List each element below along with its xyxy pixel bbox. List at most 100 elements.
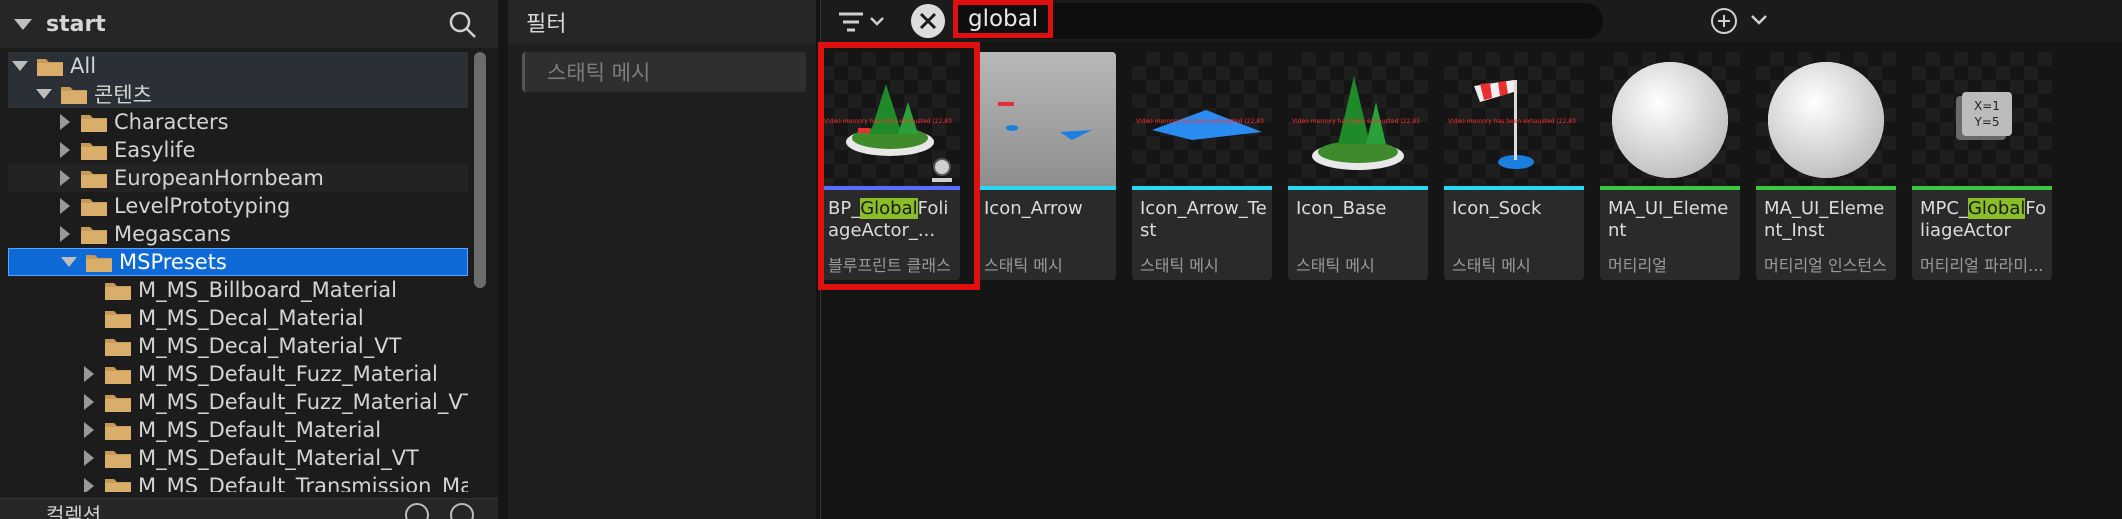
folder-icon bbox=[105, 422, 131, 440]
asset-type-strip bbox=[1288, 186, 1428, 190]
asset-thumbnail: X=1 Y=5 bbox=[1912, 52, 2052, 186]
tree-item-label: Easylife bbox=[114, 138, 196, 162]
arrow-thumbnail bbox=[998, 102, 1092, 140]
filter-chip-static-mesh[interactable]: 스태틱 메시 bbox=[522, 52, 806, 92]
folder-icon bbox=[81, 226, 107, 244]
tree-item[interactable]: M_MS_Default_Fuzz_Material_VT bbox=[8, 388, 468, 416]
collapse-arrow-icon[interactable] bbox=[14, 18, 32, 30]
collapsed-arrow-icon[interactable] bbox=[60, 198, 70, 214]
tree-scrollbar[interactable] bbox=[474, 52, 486, 288]
tree-item-label: All bbox=[70, 54, 97, 78]
tree-item-label: M_MS_Default_Transmission_Mat bbox=[138, 474, 468, 492]
asset-type-strip bbox=[976, 186, 1116, 190]
asset-type: 머티리얼 파라미... bbox=[1920, 256, 2044, 275]
tree-item[interactable]: M_MS_Default_Material_VT bbox=[8, 444, 468, 472]
tree-item-label: MSPresets bbox=[119, 250, 227, 274]
collapsed-arrow-icon[interactable] bbox=[84, 422, 94, 438]
add-collection-icon[interactable] bbox=[405, 503, 429, 519]
tree-item[interactable]: Characters bbox=[8, 108, 468, 136]
search-toolbar: global bbox=[821, 0, 2122, 42]
asset-name: MPC_GlobalFoliageActor bbox=[1920, 198, 2048, 242]
tree-item[interactable]: M_MS_Default_Transmission_Mat bbox=[8, 472, 468, 492]
tree-item-label: M_MS_Default_Fuzz_Material_VT bbox=[138, 390, 468, 414]
tree-item[interactable]: M_MS_Billboard_Material bbox=[8, 276, 468, 304]
collapsed-arrow-icon[interactable] bbox=[60, 226, 70, 242]
asset-name-prefix: MA_UI_Element_Inst bbox=[1764, 198, 1885, 241]
annotation-highlight-box bbox=[818, 42, 980, 290]
collapsed-arrow-icon[interactable] bbox=[60, 142, 70, 158]
asset-name-prefix: MA_UI_Element bbox=[1608, 198, 1729, 241]
tree-item[interactable]: LevelPrototyping bbox=[8, 192, 468, 220]
asset-card[interactable]: Icon_Arrow 스태틱 메시 bbox=[976, 52, 1116, 280]
folder-icon bbox=[81, 142, 107, 160]
filter-header: 필터 bbox=[508, 0, 816, 44]
expanded-arrow-icon[interactable] bbox=[36, 89, 52, 99]
search-icon[interactable] bbox=[448, 10, 478, 40]
tree-header[interactable]: start bbox=[0, 0, 498, 48]
asset-type: 스태틱 메시 bbox=[1452, 256, 1531, 275]
asset-card[interactable]: Video memory has been exhausted (22.83 Ic… bbox=[1444, 52, 1584, 280]
sphere-thumbnail bbox=[1768, 62, 1884, 178]
tree-item[interactable]: EuropeanHornbeam bbox=[8, 164, 468, 192]
asset-card[interactable]: Video memory has been exhausted (22.83 Ic… bbox=[1132, 52, 1272, 280]
expanded-arrow-icon[interactable] bbox=[12, 61, 28, 71]
video-memory-warning: Video memory has been exhausted (22.83 bbox=[1448, 118, 1576, 125]
clear-search-icon[interactable] bbox=[911, 4, 945, 38]
folder-icon bbox=[105, 366, 131, 384]
tree-item[interactable]: M_MS_Decal_Material_VT bbox=[8, 332, 468, 360]
tree-item[interactable]: Easylife bbox=[8, 136, 468, 164]
asset-type-strip bbox=[1444, 186, 1584, 190]
folder-tree-panel: start All 콘텐츠 Characters Easylife EuropeanHo… bbox=[0, 0, 498, 519]
asset-name: Icon_Arrow bbox=[984, 198, 1112, 220]
asset-card[interactable]: Video memory has been exhausted (22.83 Ic… bbox=[1288, 52, 1428, 280]
search-query[interactable]: global bbox=[953, 0, 1054, 38]
collapsed-arrow-icon[interactable] bbox=[84, 478, 94, 492]
tree-item[interactable]: MSPresets bbox=[8, 248, 468, 276]
asset-name-prefix: Icon_Sock bbox=[1452, 198, 1542, 219]
folder-icon bbox=[105, 394, 131, 412]
tree-item-label: EuropeanHornbeam bbox=[114, 166, 324, 190]
mpc-line2: Y=5 bbox=[1973, 115, 1999, 129]
collapsed-arrow-icon[interactable] bbox=[84, 394, 94, 410]
asset-card[interactable]: MA_UI_Element_Inst 머티리얼 인스턴스 bbox=[1756, 52, 1896, 280]
folder-icon bbox=[81, 114, 107, 132]
collapsed-arrow-icon[interactable] bbox=[84, 366, 94, 382]
expanded-arrow-icon[interactable] bbox=[61, 257, 77, 267]
search-collections-icon[interactable] bbox=[450, 503, 474, 519]
asset-name-prefix: Icon_Base bbox=[1296, 198, 1387, 219]
tree-item[interactable]: M_MS_Default_Material bbox=[8, 416, 468, 444]
asset-type: 스태틱 메시 bbox=[1296, 256, 1375, 275]
folder-icon bbox=[105, 478, 131, 492]
chevron-down-icon[interactable] bbox=[1749, 10, 1769, 30]
asset-thumbnail: Video memory has been exhausted (22.83 bbox=[1444, 52, 1584, 186]
collections-section[interactable]: 컬렉션 bbox=[0, 498, 498, 519]
filter-dropdown-icon[interactable] bbox=[835, 8, 895, 36]
asset-type-strip bbox=[1756, 186, 1896, 190]
tree-item-label: 콘텐츠 bbox=[94, 83, 152, 107]
folder-tree: All 콘텐츠 Characters Easylife EuropeanHornbeam… bbox=[8, 52, 468, 492]
tree-item[interactable]: M_MS_Default_Fuzz_Material bbox=[8, 360, 468, 388]
mpc-line1: X=1 bbox=[1974, 99, 2000, 113]
asset-name: Icon_Sock bbox=[1452, 198, 1580, 220]
asset-type-strip bbox=[1132, 186, 1272, 190]
asset-name-prefix: Icon_Arrow bbox=[984, 198, 1083, 219]
folder-icon bbox=[61, 86, 87, 104]
tree-item[interactable]: 콘텐츠 bbox=[8, 80, 468, 108]
tree-item-label: M_MS_Default_Material_VT bbox=[138, 446, 419, 470]
asset-type-strip bbox=[1912, 186, 2052, 190]
parameter-collection-icon: X=1Y=5 bbox=[1956, 92, 2012, 140]
folder-icon bbox=[81, 198, 107, 216]
asset-card[interactable]: MA_UI_Element 머티리얼 bbox=[1600, 52, 1740, 280]
folder-icon bbox=[86, 254, 112, 272]
tree-item[interactable]: M_MS_Decal_Material bbox=[8, 304, 468, 332]
collapsed-arrow-icon[interactable] bbox=[60, 114, 70, 130]
collapsed-arrow-icon[interactable] bbox=[60, 170, 70, 186]
folder-icon bbox=[105, 282, 131, 300]
folder-icon bbox=[105, 310, 131, 328]
folder-icon bbox=[37, 58, 63, 76]
asset-card[interactable]: X=1 Y=5 MPC_GlobalFoliageActor 머티리얼 파라미... bbox=[1912, 52, 2052, 280]
tree-item[interactable]: All bbox=[8, 52, 468, 80]
collapsed-arrow-icon[interactable] bbox=[84, 450, 94, 466]
add-filter-icon[interactable] bbox=[1711, 8, 1737, 34]
tree-item[interactable]: Megascans bbox=[8, 220, 468, 248]
